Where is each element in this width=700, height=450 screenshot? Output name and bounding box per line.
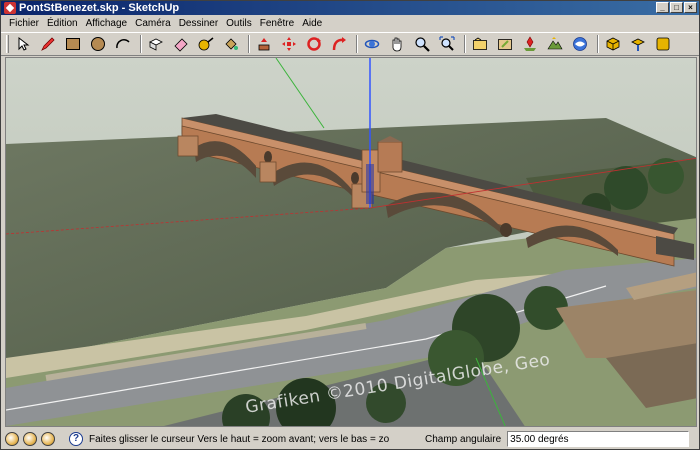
eraser-tool-button[interactable] [170, 34, 192, 54]
geo-location-icon[interactable] [5, 432, 19, 446]
select-tool-button[interactable] [12, 34, 34, 54]
tree-cluster [648, 158, 684, 194]
3d-viewport[interactable]: Grafiken ©2010 DigitalGlobe, Geo [5, 57, 697, 427]
push-pull-icon [258, 38, 270, 51]
menu-bar: Fichier Édition Affichage Caméra Dessine… [1, 16, 699, 32]
zoom-extents-icon [439, 36, 455, 51]
paint-bucket-icon [225, 38, 238, 50]
measurements-input[interactable] [507, 431, 690, 447]
move-icon [282, 37, 296, 51]
pencil-icon [41, 37, 55, 51]
user-icon[interactable] [41, 432, 55, 446]
rectangle-tool-button[interactable] [62, 34, 84, 54]
move-tool-button[interactable] [278, 34, 300, 54]
share-component-icon [631, 38, 645, 51]
rotate-icon [307, 37, 321, 51]
arc-icon [116, 39, 130, 49]
eraser-icon [174, 38, 188, 52]
pan-tool-button[interactable] [386, 34, 408, 54]
status-hint-text: Faites glisser le curseur Vers le haut =… [89, 433, 389, 445]
bridge-window [351, 172, 359, 184]
zoom-icon [415, 37, 430, 52]
toolbar-separator [356, 35, 358, 53]
zoom-tool-button[interactable] [411, 34, 433, 54]
sketchup-app-icon[interactable] [4, 2, 16, 14]
model-scene[interactable] [6, 58, 697, 427]
share-model-icon [498, 39, 512, 50]
toggle-terrain-button[interactable] [544, 34, 566, 54]
get-models-icon [473, 37, 487, 50]
zoom-extents-button[interactable] [436, 34, 458, 54]
extension-button[interactable] [652, 34, 674, 54]
toggle-terrain-icon [547, 37, 563, 50]
paint-bucket-button[interactable] [220, 34, 242, 54]
toolbar-separator [464, 35, 466, 53]
title-bar[interactable]: PontStBenezet.skp - SketchUp _ □ × [1, 1, 699, 15]
orbit-icon [364, 39, 380, 49]
circle-icon [91, 37, 105, 51]
menu-fenetre[interactable]: Fenêtre [256, 16, 298, 32]
get-models-button[interactable] [469, 34, 491, 54]
tape-measure-button[interactable] [195, 34, 217, 54]
photo-texture-icon [573, 37, 587, 51]
components-3d-icon [606, 37, 620, 51]
close-button[interactable]: × [684, 2, 697, 13]
sketchup-window: PontStBenezet.skp - SketchUp _ □ × Fichi… [0, 0, 700, 450]
add-location-icon [524, 36, 536, 51]
bridge-pier [259, 161, 277, 183]
arc-tool-button[interactable] [112, 34, 134, 54]
measurements-label: Champ angulaire [425, 433, 502, 445]
add-location-button[interactable] [519, 34, 541, 54]
maximize-button[interactable]: □ [670, 2, 683, 13]
rotate-tool-button[interactable] [303, 34, 325, 54]
menu-edition[interactable]: Édition [43, 16, 82, 32]
rectangle-icon [66, 38, 80, 50]
toolbar-separator [597, 35, 599, 53]
bridge-pier [177, 135, 199, 157]
follow-me-icon [332, 37, 346, 51]
push-pull-button[interactable] [253, 34, 275, 54]
status-bar: ? Faites glisser le curseur Vers le haut… [1, 429, 699, 449]
menu-dessiner[interactable]: Dessiner [175, 16, 222, 32]
window-title: PontStBenezet.skp - SketchUp [19, 2, 180, 14]
tape-measure-icon [198, 37, 214, 51]
tree-cluster [604, 166, 648, 210]
menu-aide[interactable]: Aide [298, 16, 326, 32]
orbit-tool-button[interactable] [361, 34, 383, 54]
photo-texture-button[interactable] [569, 34, 591, 54]
menu-camera[interactable]: Caméra [131, 16, 175, 32]
credits-icon[interactable] [23, 432, 37, 446]
make-component-button[interactable] [145, 34, 167, 54]
bridge-window [500, 223, 512, 237]
help-icon[interactable]: ? [69, 432, 83, 446]
menu-affichage[interactable]: Affichage [82, 16, 132, 32]
axis-origin-marker [366, 164, 374, 204]
follow-me-button[interactable] [328, 34, 350, 54]
components-3d-button[interactable] [602, 34, 624, 54]
chapel-tower [377, 141, 403, 173]
pencil-tool-button[interactable] [37, 34, 59, 54]
toolbar-separator [248, 35, 250, 53]
share-component-button[interactable] [627, 34, 649, 54]
pan-icon [392, 37, 402, 52]
toolbar-grip[interactable] [6, 35, 9, 53]
bridge-window [264, 151, 272, 163]
main-toolbar [1, 32, 699, 56]
make-component-icon [149, 38, 163, 51]
minimize-button[interactable]: _ [656, 2, 669, 13]
circle-tool-button[interactable] [87, 34, 109, 54]
menu-fichier[interactable]: Fichier [5, 16, 43, 32]
extension-icon [656, 37, 670, 51]
select-icon [18, 36, 30, 51]
toolbar-separator [140, 35, 142, 53]
share-model-button[interactable] [494, 34, 516, 54]
menu-outils[interactable]: Outils [222, 16, 256, 32]
